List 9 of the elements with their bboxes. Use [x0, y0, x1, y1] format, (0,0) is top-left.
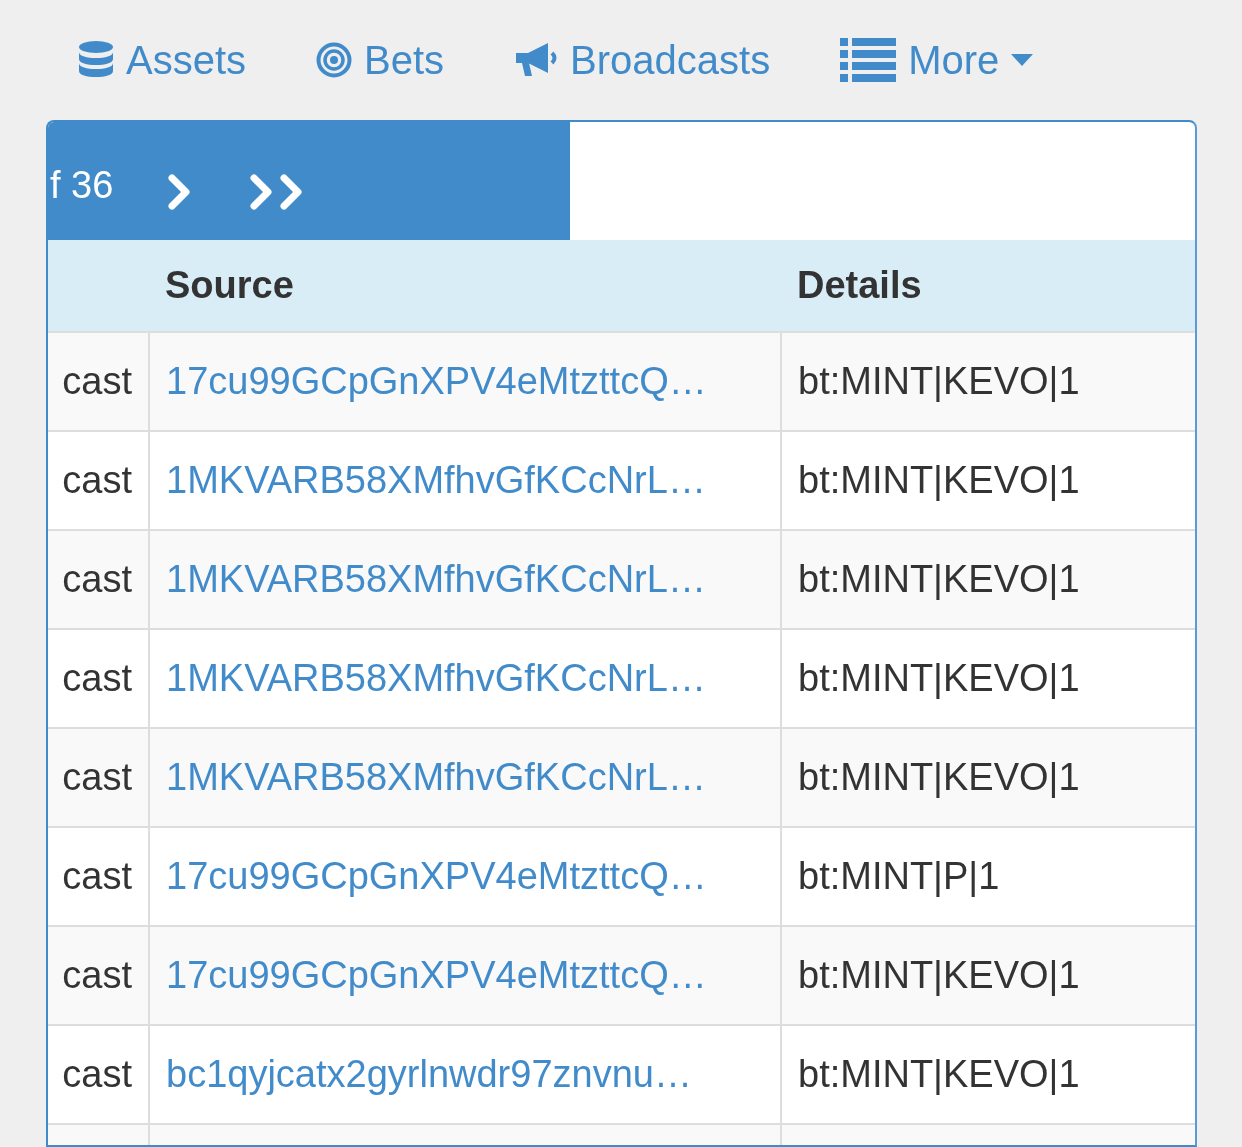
- nav-link[interactable]: Broadcasts: [514, 30, 771, 90]
- list-icon: [840, 38, 897, 82]
- bullseye-icon: [316, 42, 353, 78]
- megaphone-icon: [514, 41, 559, 79]
- page-count: f 36: [50, 163, 114, 208]
- database-icon: [78, 40, 114, 80]
- nav-link[interactable]: Bets: [316, 30, 445, 90]
- nav-dropdown[interactable]: More: [840, 30, 1034, 90]
- nav-link[interactable]: Assets: [78, 30, 247, 90]
